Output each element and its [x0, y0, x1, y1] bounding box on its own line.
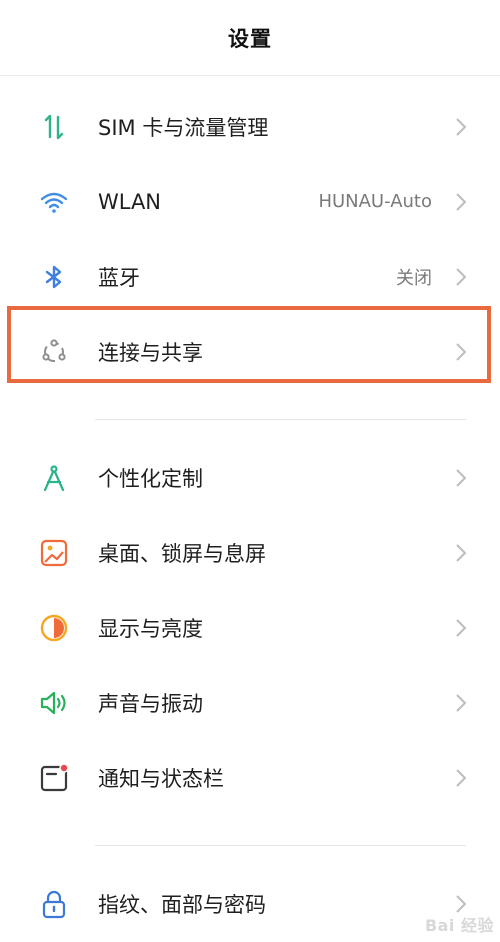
- settings-item-wallpaper[interactable]: 桌面、锁屏与息屏: [0, 515, 500, 590]
- chevron-right-icon: [454, 468, 468, 488]
- settings-item-label: 通知与状态栏: [98, 766, 224, 791]
- chevron-right-icon: [454, 543, 468, 563]
- settings-item-sim[interactable]: SIM 卡与流量管理: [0, 89, 500, 164]
- chevron-right-icon: [454, 342, 468, 362]
- chevron-right-icon: [454, 693, 468, 713]
- connection-share-icon: [38, 336, 70, 368]
- settings-item-sound[interactable]: 声音与振动: [0, 665, 500, 740]
- settings-item-notification[interactable]: 通知与状态栏: [0, 740, 500, 815]
- settings-item-label: 蓝牙: [98, 265, 140, 290]
- settings-item-label: 连接与共享: [98, 340, 203, 365]
- settings-item-label: WLAN: [98, 189, 162, 214]
- bluetooth-icon: [38, 261, 70, 293]
- settings-item-display[interactable]: 显示与亮度: [0, 590, 500, 665]
- notification-icon: [38, 762, 70, 794]
- chevron-right-icon: [454, 618, 468, 638]
- wifi-icon: [38, 186, 70, 218]
- settings-group-connectivity: SIM 卡与流量管理 WLAN HUNAU-Auto 蓝牙 关闭 连接与共享: [0, 89, 500, 389]
- settings-screen: 设置 SIM 卡与流量管理 WLAN HUNAU-Auto 蓝牙 关闭 连接与共…: [0, 0, 500, 942]
- chevron-right-icon: [454, 894, 468, 914]
- wallpaper-icon: [38, 537, 70, 569]
- settings-item-connection-share[interactable]: 连接与共享: [0, 314, 500, 389]
- settings-item-wlan[interactable]: WLAN HUNAU-Auto: [0, 164, 500, 239]
- sound-icon: [38, 687, 70, 719]
- page-title: 设置: [228, 26, 272, 51]
- settings-item-bluetooth[interactable]: 蓝牙 关闭: [0, 239, 500, 314]
- lock-icon: [38, 888, 70, 920]
- display-brightness-icon: [38, 612, 70, 644]
- wlan-network-name: HUNAU-Auto: [318, 191, 432, 212]
- settings-item-label: SIM 卡与流量管理: [98, 115, 269, 140]
- personalize-icon: [38, 462, 70, 494]
- watermark: Bai 经验: [424, 916, 494, 935]
- settings-item-label: 个性化定制: [98, 466, 203, 491]
- section-divider: [95, 419, 466, 420]
- section-divider: [95, 845, 466, 846]
- settings-item-label: 指纹、面部与密码: [98, 892, 266, 917]
- settings-item-label: 显示与亮度: [98, 616, 203, 641]
- header: 设置: [0, 0, 500, 76]
- settings-group-personalization: 个性化定制 桌面、锁屏与息屏 显示与亮度 声音与振动 通知与状态栏: [0, 440, 500, 815]
- settings-item-personalize[interactable]: 个性化定制: [0, 440, 500, 515]
- chevron-right-icon: [454, 768, 468, 788]
- sim-data-icon: [38, 111, 70, 143]
- chevron-right-icon: [454, 267, 468, 287]
- bluetooth-status: 关闭: [396, 267, 432, 289]
- chevron-right-icon: [454, 117, 468, 137]
- settings-item-label: 桌面、锁屏与息屏: [98, 541, 266, 566]
- chevron-right-icon: [454, 192, 468, 212]
- settings-item-label: 声音与振动: [98, 691, 203, 716]
